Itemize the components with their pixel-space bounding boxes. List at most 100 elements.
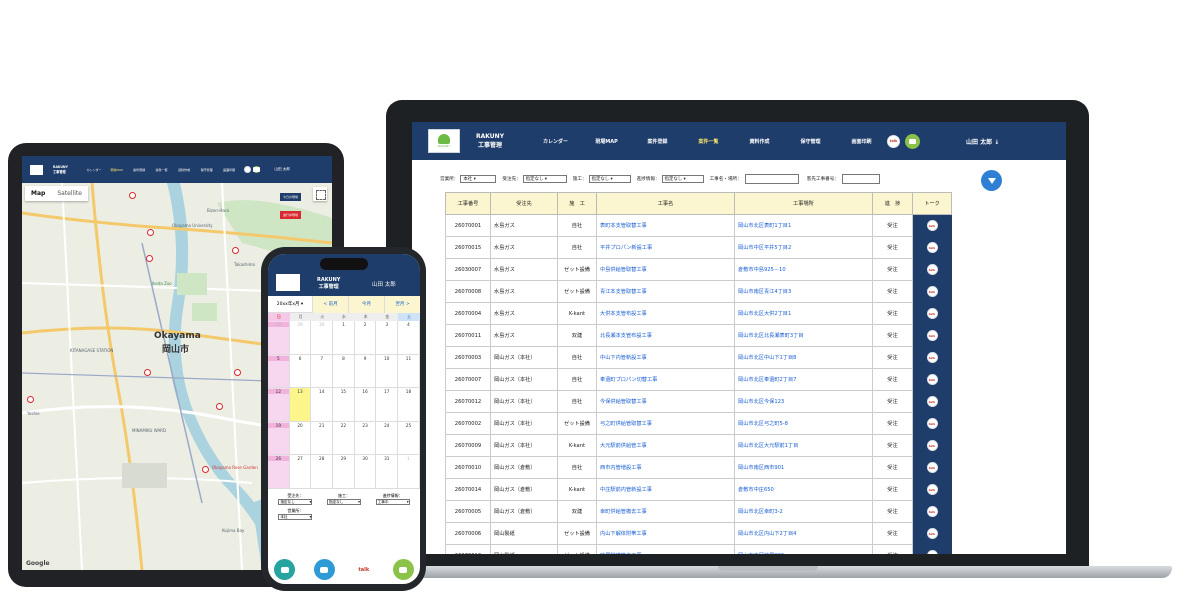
nav-calendar[interactable]: カレンダー xyxy=(530,138,581,145)
location-link[interactable]: 岡山市北区北長瀬表町3丁目 xyxy=(734,324,873,347)
satellite-tab[interactable]: Satellite xyxy=(51,186,88,201)
builder-select[interactable]: 指定なし xyxy=(326,498,361,505)
nav-documents[interactable]: 資料作成 xyxy=(734,138,785,145)
nav-print[interactable]: 画面印刷 xyxy=(218,168,241,172)
table-row[interactable]: 26070007 岡山ガス（本社） 自社 奉還町プロパン切替工事 岡山市北区奉還町2丁目… xyxy=(445,368,952,391)
site-marker[interactable] xyxy=(147,229,154,236)
talk-icon[interactable]: talk xyxy=(926,528,938,539)
site-marker[interactable] xyxy=(129,192,136,199)
project-name-link[interactable]: 表町本支管取替工事 xyxy=(596,214,735,237)
table-row[interactable]: 26070005 岡山ガス（倉敷） 双建 幸町供給管撤去工事 岡山市北区幸町3-2 受注 t… xyxy=(445,500,952,523)
calendar-day[interactable]: 28 xyxy=(268,321,290,355)
nav-calendar[interactable]: カレンダー xyxy=(83,168,106,172)
talk-icon[interactable]: talk xyxy=(926,484,938,495)
project-name-link[interactable]: 内山下解体附帯工事 xyxy=(596,522,735,545)
rakuny-logo[interactable] xyxy=(276,274,300,291)
project-name-link[interactable]: 中山下内管新設工事 xyxy=(596,346,735,369)
col-builder[interactable]: 施 工 xyxy=(557,192,597,215)
builder-select[interactable]: 指定なし xyxy=(588,175,631,183)
nav-project-register[interactable]: 案件登録 xyxy=(128,168,151,172)
calendar-day[interactable]: 14 xyxy=(311,388,334,422)
talk-icon[interactable]: talk xyxy=(926,264,938,275)
calendar-day[interactable]: 17 xyxy=(376,388,399,422)
table-row[interactable]: 26030007 水島ガス ゼット設備 中島供給管取替工事 倉敷市中島925－10 受注 t… xyxy=(445,258,952,281)
location-link[interactable]: 岡山市南区妹尾880 xyxy=(734,544,873,554)
project-name-link[interactable]: 平井プロパン新設工事 xyxy=(596,236,735,259)
calendar-day[interactable]: 19 xyxy=(268,421,290,455)
client-select[interactable]: 指定なし xyxy=(522,175,567,183)
talk-icon[interactable]: talk xyxy=(926,308,938,319)
office-select[interactable]: 本社 xyxy=(278,513,313,520)
calendar-day[interactable]: 15 xyxy=(333,388,355,422)
location-link[interactable]: 岡山市北区表町1丁目1 xyxy=(734,214,873,237)
col-number[interactable]: 工事番号 xyxy=(445,192,491,215)
location-link[interactable]: 岡山市北区中山下1丁目8 xyxy=(734,346,873,369)
talk-icon[interactable]: talk xyxy=(887,134,901,148)
project-name-link[interactable]: 大元駅前供給管工事 xyxy=(596,434,735,457)
filter-button[interactable] xyxy=(981,170,1002,191)
legend-ongoing[interactable]: 進行中現場 xyxy=(280,211,302,219)
table-row[interactable]: 26070004 水島ガス K-kant 大供本支管布設工事 岡山市北区大供2丁目1 受注… xyxy=(445,302,952,325)
location-link[interactable]: 岡山市北区幸町3-2 xyxy=(734,500,873,523)
calendar-day[interactable]: 29 xyxy=(289,321,312,355)
talk-icon[interactable]: talk xyxy=(926,506,938,517)
calendar-day[interactable]: 16 xyxy=(354,388,377,422)
project-name-link[interactable]: 中庄駅前内管新設工事 xyxy=(596,478,735,501)
location-link[interactable]: 岡山市中区平井5丁目2 xyxy=(734,236,873,259)
table-row[interactable]: 26070011 水島ガス 双建 北長瀬本支管布設工事 岡山市北区北長瀬表町3丁目 受注 t… xyxy=(445,324,952,347)
project-name-link[interactable]: 弓之町供給管取替工事 xyxy=(596,412,735,435)
project-name-link[interactable]: 妹尾附帯撤去工事 xyxy=(596,544,735,554)
table-row[interactable]: 26070009 岡山ガス（本社） K-kant 大元駅前供給管工事 岡山市北区大元駅前… xyxy=(445,434,952,457)
calendar-day[interactable]: 28 xyxy=(311,455,334,489)
table-row[interactable]: 26070002 岡山ガス（本社） ゼット設備 弓之町供給管取替工事 岡山市北区弓之町5… xyxy=(445,412,952,435)
legend-today[interactable]: 今日の現場 xyxy=(280,193,302,201)
calendar-day[interactable]: 22 xyxy=(333,421,355,455)
talk-icon[interactable]: talk xyxy=(926,440,938,451)
col-project-name[interactable]: 工事名 xyxy=(596,192,735,215)
talk-icon[interactable]: talk xyxy=(926,374,938,385)
nav-maintenance[interactable]: 保守管理 xyxy=(785,138,836,145)
col-client[interactable]: 受注先 xyxy=(490,192,558,215)
table-row[interactable]: 26070010 岡山ガス（倉敷） 自社 西市内管増設工事 岡山市南区西市901 受注 ta… xyxy=(445,456,952,479)
location-link[interactable]: 岡山市北区大元駅前1丁目 xyxy=(734,434,873,457)
project-name-link[interactable]: 西市内管増設工事 xyxy=(596,456,735,479)
location-link[interactable]: 岡山市北区奉還町2丁目7 xyxy=(734,368,873,391)
project-name-link[interactable]: 奉還町プロパン切替工事 xyxy=(596,368,735,391)
user-menu[interactable]: 山田 太郎 ↓ xyxy=(966,137,999,146)
calendar-day[interactable]: 5 xyxy=(268,354,290,388)
nav-site-map[interactable]: 現場MAP xyxy=(581,138,632,145)
user-menu[interactable]: 山田 太郎 xyxy=(372,280,396,288)
calendar-day[interactable]: 13 xyxy=(289,388,312,422)
talk-icon[interactable]: talk xyxy=(926,330,938,341)
site-marker[interactable] xyxy=(234,369,241,376)
site-marker[interactable] xyxy=(202,466,209,473)
nav-project-list[interactable]: 案件一覧 xyxy=(683,138,734,145)
site-marker[interactable] xyxy=(146,255,153,262)
calendar-day[interactable]: 23 xyxy=(354,421,377,455)
calendar-day[interactable]: 25 xyxy=(398,421,420,455)
calendar-day[interactable]: 2 xyxy=(354,321,377,355)
calendar-day[interactable]: 3 xyxy=(376,321,399,355)
client-select[interactable]: 指定なし xyxy=(278,498,313,505)
project-name-link[interactable]: 中島供給管取替工事 xyxy=(596,258,735,281)
table-row[interactable]: 26070014 岡山ガス（倉敷） K-kant 中庄駅前内管新設工事 倉敷市中庄650… xyxy=(445,478,952,501)
table-row[interactable]: 26070001 水島ガス 自社 表町本支管取替工事 岡山市北区表町1丁目1 受注 talk xyxy=(445,214,952,237)
next-month-button[interactable]: 翌月 > xyxy=(384,295,420,313)
location-link[interactable]: 岡山市北区内山下2丁目4 xyxy=(734,522,873,545)
table-row[interactable]: 26070003 岡山ガス（本社） 自社 中山下内管新設工事 岡山市北区中山下1丁目8 受… xyxy=(445,346,952,369)
talk-icon[interactable]: talk xyxy=(926,352,938,363)
nav-project-list[interactable]: 案件一覧 xyxy=(150,168,173,172)
map-tab[interactable]: Map xyxy=(25,186,51,201)
project-name-link[interactable]: 今保供給管取替工事 xyxy=(596,390,735,413)
calendar-day[interactable]: 10 xyxy=(376,354,399,388)
nav-print[interactable]: 画面印刷 xyxy=(836,138,887,145)
col-progress[interactable]: 進 捗 xyxy=(872,192,913,215)
user-menu[interactable]: 山田 太郎 xyxy=(274,167,290,172)
calendar-day[interactable]: 8 xyxy=(333,354,355,388)
location-link[interactable]: 岡山市北区大供2丁目1 xyxy=(734,302,873,325)
name-place-input[interactable] xyxy=(744,174,799,184)
calendar-day[interactable]: 27 xyxy=(289,455,312,489)
table-row[interactable]: 26070015 水島ガス 自社 平井プロパン新設工事 岡山市中区平井5丁目2 受注 tal… xyxy=(445,236,952,259)
location-link[interactable]: 倉敷市中庄650 xyxy=(734,478,873,501)
progress-select[interactable]: 指定なし xyxy=(661,175,704,183)
